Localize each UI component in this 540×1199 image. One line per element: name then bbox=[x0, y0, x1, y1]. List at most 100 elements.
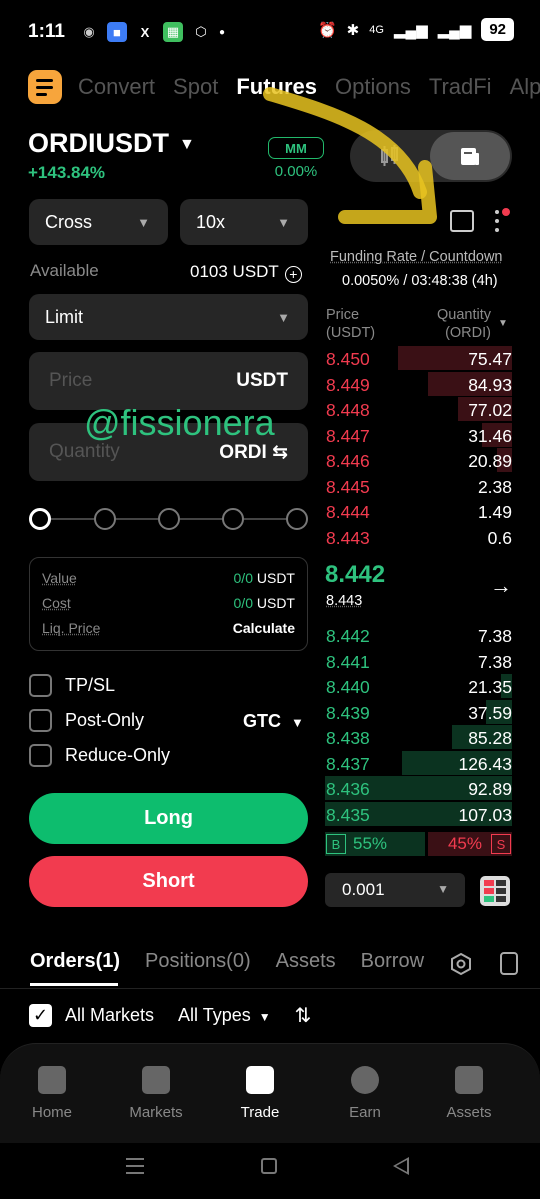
time-in-force-dropdown[interactable]: GTC ▼ bbox=[243, 711, 304, 732]
bid-row[interactable]: 8.435 107.03 bbox=[325, 801, 512, 826]
app-notification-icon: ■ bbox=[106, 22, 127, 42]
order-type-value: Limit bbox=[45, 306, 84, 327]
tpsl-option[interactable]: TP/SL bbox=[29, 674, 115, 697]
pair-selector[interactable]: ORDIUSDT ▼ bbox=[28, 128, 195, 159]
ask-quantity: 84.93 bbox=[468, 374, 512, 395]
quantity-unit: ORDI bbox=[219, 442, 267, 463]
caret-down-icon[interactable]: ▼ bbox=[498, 318, 508, 329]
trade-icon bbox=[246, 1066, 274, 1094]
ask-row[interactable]: 8.447 31.46 bbox=[325, 422, 512, 447]
value-amount: 0/0 bbox=[233, 570, 253, 586]
slider-stop-25[interactable] bbox=[94, 508, 116, 530]
transfer-plus-icon[interactable]: + bbox=[284, 265, 302, 283]
slider-stop-100[interactable] bbox=[286, 508, 308, 530]
ask-row[interactable]: 8.445 2.38 bbox=[325, 474, 512, 498]
ask-row[interactable]: 8.449 84.93 bbox=[325, 371, 512, 396]
nav-markets[interactable]: Markets bbox=[111, 1066, 201, 1121]
tab-positions[interactable]: Positions(0) bbox=[145, 950, 251, 973]
tab-assets[interactable]: Assets bbox=[276, 950, 336, 973]
active-tab-underline bbox=[30, 983, 118, 986]
nav-trade[interactable]: Trade bbox=[215, 1066, 305, 1121]
available-balance: 0103 USDT + bbox=[190, 262, 302, 283]
ask-row[interactable]: 8.448 77.02 bbox=[325, 397, 512, 421]
ask-row[interactable]: 8.444 1.49 bbox=[325, 499, 512, 523]
tpsl-checkbox[interactable] bbox=[29, 674, 52, 697]
nav-assets[interactable]: Assets bbox=[424, 1066, 514, 1121]
bid-row[interactable]: 8.436 92.89 bbox=[325, 776, 512, 800]
ask-row[interactable]: 8.446 20.89 bbox=[325, 448, 512, 472]
arrow-right-icon[interactable]: → bbox=[490, 573, 512, 599]
sort-icon[interactable]: ⇅ bbox=[295, 1003, 312, 1028]
tab-alpha[interactable]: Alp bbox=[510, 74, 540, 100]
price-header-unit: (USDT) bbox=[326, 325, 376, 341]
order-type-dropdown[interactable]: Limit ▼ bbox=[29, 294, 308, 340]
home-button-icon[interactable] bbox=[261, 1158, 277, 1174]
bid-row[interactable]: 8.439 37.59 bbox=[325, 699, 512, 724]
ask-quantity: 75.47 bbox=[468, 349, 512, 369]
recent-apps-icon[interactable] bbox=[126, 1158, 144, 1174]
long-button[interactable]: Long bbox=[29, 793, 308, 844]
all-markets-label[interactable]: All Markets bbox=[65, 1005, 154, 1026]
nav-earn-label: Earn bbox=[349, 1104, 381, 1121]
value-row: Value 0/0 USDT bbox=[42, 570, 295, 586]
price-placeholder: Price bbox=[49, 370, 93, 391]
tab-borrow[interactable]: Borrow bbox=[361, 950, 424, 973]
leverage-value: 10x bbox=[196, 211, 226, 232]
ask-row[interactable]: 8.450 75.47 bbox=[325, 346, 512, 370]
orderbook-qty-header[interactable]: Quantity (ORDI) bbox=[433, 306, 491, 342]
post-only-label: Post-Only bbox=[65, 710, 145, 730]
bid-row[interactable]: 8.442 7.38 bbox=[325, 623, 512, 647]
slider-stop-50[interactable] bbox=[158, 508, 180, 530]
time-in-force-value: GTC bbox=[243, 711, 281, 731]
bid-price: 8.439 bbox=[326, 702, 370, 723]
orderbook-layout-icon[interactable] bbox=[480, 876, 510, 906]
bid-row[interactable]: 8.437 126.43 bbox=[325, 750, 512, 775]
notification-icons: ◉ ■ X ▦ ⬡ ● bbox=[79, 22, 225, 42]
earn-percent-icon bbox=[351, 1066, 379, 1094]
short-button[interactable]: Short bbox=[29, 856, 308, 907]
sell-percent: 45% bbox=[447, 834, 482, 853]
liq-price-row: Liq. Price Calculate bbox=[42, 620, 295, 636]
post-only-checkbox[interactable] bbox=[29, 709, 52, 732]
liq-price-label: Liq. Price bbox=[42, 620, 101, 636]
chart-icon[interactable] bbox=[450, 210, 474, 232]
reduce-only-checkbox[interactable] bbox=[29, 744, 52, 767]
system-navigation-bar bbox=[0, 1143, 540, 1199]
tab-spot[interactable]: Spot bbox=[173, 74, 218, 100]
tab-convert[interactable]: Convert bbox=[78, 74, 155, 100]
wallet-icon bbox=[455, 1066, 483, 1094]
app-menu-icon[interactable] bbox=[28, 70, 62, 104]
all-types-dropdown[interactable]: All Types ▼ bbox=[178, 1005, 271, 1026]
bid-quantity: 7.38 bbox=[477, 651, 512, 672]
margin-mode-dropdown[interactable]: Cross ▼ bbox=[29, 199, 168, 245]
post-only-option[interactable]: Post-Only bbox=[29, 709, 144, 732]
bid-price: 8.435 bbox=[326, 804, 370, 825]
nav-trade-label: Trade bbox=[240, 1104, 280, 1121]
slider-stop-75[interactable] bbox=[222, 508, 244, 530]
more-options-icon[interactable] bbox=[495, 210, 501, 234]
all-markets-checkbox[interactable]: ✓ bbox=[29, 1004, 52, 1027]
calculate-link[interactable]: Calculate bbox=[233, 620, 295, 636]
nav-earn[interactable]: Earn bbox=[320, 1066, 410, 1121]
bid-row[interactable]: 8.440 21.35 bbox=[325, 674, 512, 698]
buy-sell-ratio: B 55% 45% S bbox=[325, 832, 512, 856]
bid-price: 8.441 bbox=[326, 651, 370, 672]
reduce-only-option[interactable]: Reduce-Only bbox=[29, 744, 170, 767]
settings-hex-icon[interactable] bbox=[449, 952, 473, 976]
x-app-icon: X bbox=[140, 24, 150, 40]
slider-stop-0[interactable] bbox=[29, 508, 51, 530]
back-icon[interactable] bbox=[393, 1157, 409, 1175]
leverage-dropdown[interactable]: 10x ▼ bbox=[180, 199, 308, 245]
ask-quantity: 20.89 bbox=[468, 451, 512, 471]
quantity-unit-toggle[interactable]: ORDI ⇆ bbox=[219, 441, 288, 464]
bid-row[interactable]: 8.438 85.28 bbox=[325, 725, 512, 749]
cost-label: Cost bbox=[42, 595, 71, 611]
ask-row[interactable]: 8.443 0.6 bbox=[325, 525, 512, 549]
nav-home[interactable]: Home bbox=[7, 1066, 97, 1121]
order-history-icon[interactable] bbox=[500, 952, 518, 975]
bid-row[interactable]: 8.441 7.38 bbox=[325, 649, 512, 673]
precision-value: 0.001 bbox=[342, 880, 385, 899]
mark-price: 8.443 bbox=[326, 593, 363, 609]
precision-dropdown[interactable]: 0.001 ▼ bbox=[325, 873, 465, 907]
tab-orders[interactable]: Orders(1) bbox=[30, 950, 120, 973]
